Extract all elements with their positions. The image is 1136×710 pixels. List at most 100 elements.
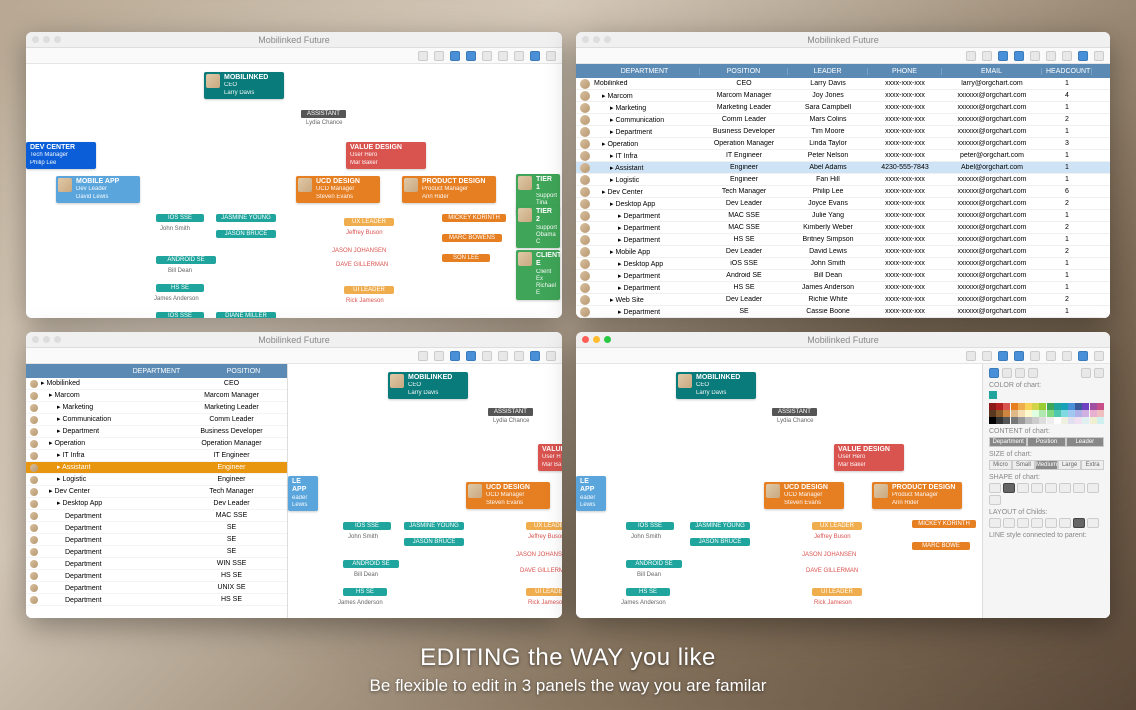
tree-row[interactable]: DepartmentMAC SSE — [26, 510, 287, 522]
color-swatch[interactable] — [1054, 403, 1061, 410]
flag-button[interactable] — [530, 51, 540, 61]
color-swatch[interactable] — [1097, 417, 1104, 424]
table-row[interactable]: ▸ Dev Center Tech Manager Philip Lee xxx… — [576, 186, 1110, 198]
lock-button[interactable] — [998, 351, 1008, 361]
download-button[interactable] — [1014, 51, 1024, 61]
color-swatch[interactable] — [1018, 417, 1025, 424]
color-swatch[interactable] — [1047, 403, 1054, 410]
tree-row[interactable]: ▸ MarcomMarcom Manager — [26, 390, 287, 402]
col-dept[interactable]: DEPARTMENT — [113, 368, 200, 375]
tree-row[interactable]: DepartmentHS SE — [26, 594, 287, 606]
table-row[interactable]: ▸ Department Android SE Bill Dean xxxx-x… — [576, 270, 1110, 282]
size-segment[interactable]: Micro Small Medium Large Extra — [989, 460, 1104, 470]
panel-tab-1[interactable] — [989, 368, 999, 378]
mini-ui[interactable]: UI LEADER — [344, 286, 394, 294]
color-swatch[interactable] — [1032, 417, 1039, 424]
table-row[interactable]: ▸ Desktop App iOS SSE John Smith xxxx-xx… — [576, 258, 1110, 270]
shape-picker[interactable] — [989, 483, 1104, 505]
orgchart-canvas[interactable]: MOBILINKEDCEOLarry Davis ASSISTANT Lydia… — [288, 364, 562, 618]
color-swatch[interactable] — [1003, 403, 1010, 410]
table-row[interactable]: ▸ Department MAC SSE Julie Yang xxxx-xxx… — [576, 210, 1110, 222]
layout-1-button[interactable] — [1030, 351, 1040, 361]
table-row[interactable]: ▸ Marcom Marcom Manager Joy Jones xxxx-x… — [576, 90, 1110, 102]
color-swatch[interactable] — [1039, 403, 1046, 410]
layout-2-button[interactable] — [1046, 51, 1056, 61]
tree-row[interactable]: DepartmentSE — [26, 522, 287, 534]
mini-ios[interactable]: IOS SSE — [156, 214, 204, 222]
lock-button[interactable] — [998, 51, 1008, 61]
table-row[interactable]: ▸ IT Infra IT Engineer Peter Nelson xxxx… — [576, 150, 1110, 162]
color-swatch[interactable] — [1097, 410, 1104, 417]
table-row[interactable]: ▸ Marketing Marketing Leader Sara Campbe… — [576, 102, 1110, 114]
more-button[interactable] — [1094, 351, 1104, 361]
node-valuedesign[interactable]: VALUE DESIGNUser HeroMar Baker — [834, 444, 904, 471]
undo-button[interactable] — [966, 351, 976, 361]
color-swatch[interactable] — [996, 417, 1003, 424]
mini-android[interactable]: ANDROID SE — [156, 256, 216, 264]
node-tier2[interactable]: TIER 2Support Obama C — [516, 206, 560, 248]
color-swatch[interactable] — [1061, 417, 1068, 424]
titlebar[interactable]: Mobilinked Future — [576, 32, 1110, 48]
download-button[interactable] — [466, 351, 476, 361]
color-swatch[interactable] — [1003, 417, 1010, 424]
node-product[interactable]: PRODUCT DESIGNProduct ManagerAnn Rider — [872, 482, 962, 509]
tree-row[interactable]: ▸ AssistantEngineer — [26, 462, 287, 474]
more-button[interactable] — [546, 51, 556, 61]
color-swatch[interactable] — [1068, 403, 1075, 410]
mini-jason[interactable]: JASON BRUCE — [216, 230, 276, 238]
panel-close-icon[interactable] — [1094, 368, 1104, 378]
color-swatch[interactable] — [1018, 403, 1025, 410]
node-assistant-label[interactable]: ASSISTANT — [488, 408, 533, 416]
titlebar[interactable]: Mobilinked Future — [576, 332, 1110, 348]
tree-row[interactable]: DepartmentSE — [26, 534, 287, 546]
tree-row[interactable]: DepartmentHS SE — [26, 570, 287, 582]
color-swatch[interactable] — [1032, 410, 1039, 417]
color-swatch[interactable] — [1082, 417, 1089, 424]
redo-button[interactable] — [982, 351, 992, 361]
table-row[interactable]: ▸ Mobile App Dev Leader David Lewis xxxx… — [576, 246, 1110, 258]
color-swatch[interactable] — [1061, 403, 1068, 410]
color-swatch[interactable] — [1090, 403, 1097, 410]
more-button[interactable] — [1094, 51, 1104, 61]
node-ucd[interactable]: UCD DESIGNUCD ManagerSteven Evans — [296, 176, 380, 203]
undo-button[interactable] — [966, 51, 976, 61]
panel-tab-2[interactable] — [1002, 368, 1012, 378]
layout-2-button[interactable] — [498, 51, 508, 61]
color-swatch[interactable] — [989, 417, 996, 424]
redo-button[interactable] — [434, 351, 444, 361]
node-valuedesign[interactable]: VALUEUser HMar Ba — [538, 444, 562, 471]
color-swatch[interactable] — [1075, 403, 1082, 410]
table-row[interactable]: ▸ Department SE Cassie Boone xxxx-xxx-xx… — [576, 306, 1110, 318]
color-swatch[interactable] — [1082, 410, 1089, 417]
table-row[interactable]: ▸ Department Business Developer Tim Moor… — [576, 126, 1110, 138]
color-swatch[interactable] — [1075, 410, 1082, 417]
col-lead[interactable]: LEADER — [788, 68, 868, 75]
color-swatch[interactable] — [1011, 410, 1018, 417]
panel-tab-4[interactable] — [1028, 368, 1038, 378]
flag-button[interactable] — [1078, 351, 1088, 361]
color-swatch[interactable] — [1025, 403, 1032, 410]
content-segment[interactable]: Department Position Leader — [989, 437, 1104, 447]
mini-jasmine[interactable]: JASMINE YOUNG — [216, 214, 276, 222]
tree-row[interactable]: ▸ MarketingMarketing Leader — [26, 402, 287, 414]
layout-picker[interactable] — [989, 518, 1104, 528]
color-swatch[interactable] — [1075, 417, 1082, 424]
layout-3-button[interactable] — [1062, 351, 1072, 361]
lock-button[interactable] — [450, 351, 460, 361]
color-swatch[interactable] — [1025, 410, 1032, 417]
table-row[interactable]: Mobilinked CEO Larry Davis xxxx-xxx-xxx … — [576, 78, 1110, 90]
table-row[interactable]: ▸ Communication Comm Leader Mars Colins … — [576, 114, 1110, 126]
panel-settings-icon[interactable] — [1081, 368, 1091, 378]
color-swatch[interactable] — [989, 410, 996, 417]
titlebar[interactable]: Mobilinked Future — [26, 332, 562, 348]
tree-row[interactable]: ▸ OperationOperation Manager — [26, 438, 287, 450]
mini-son[interactable]: SON LEE — [442, 254, 490, 262]
tree-row[interactable]: ▸ CommunicationComm Leader — [26, 414, 287, 426]
color-swatch[interactable] — [996, 410, 1003, 417]
node-devcenter[interactable]: DEV CENTERTech ManagerPhilip Lee — [26, 142, 96, 169]
table-row[interactable]: ▸ Logistic Engineer Fan Hill xxxx-xxx-xx… — [576, 174, 1110, 186]
table-row[interactable]: ▸ Department MAC SSE Kimberly Weber xxxx… — [576, 222, 1110, 234]
col-dept[interactable]: DEPARTMENT — [590, 68, 700, 75]
tree-row[interactable]: ▸ IT InfraIT Engineer — [26, 450, 287, 462]
color-swatch[interactable] — [1097, 403, 1104, 410]
